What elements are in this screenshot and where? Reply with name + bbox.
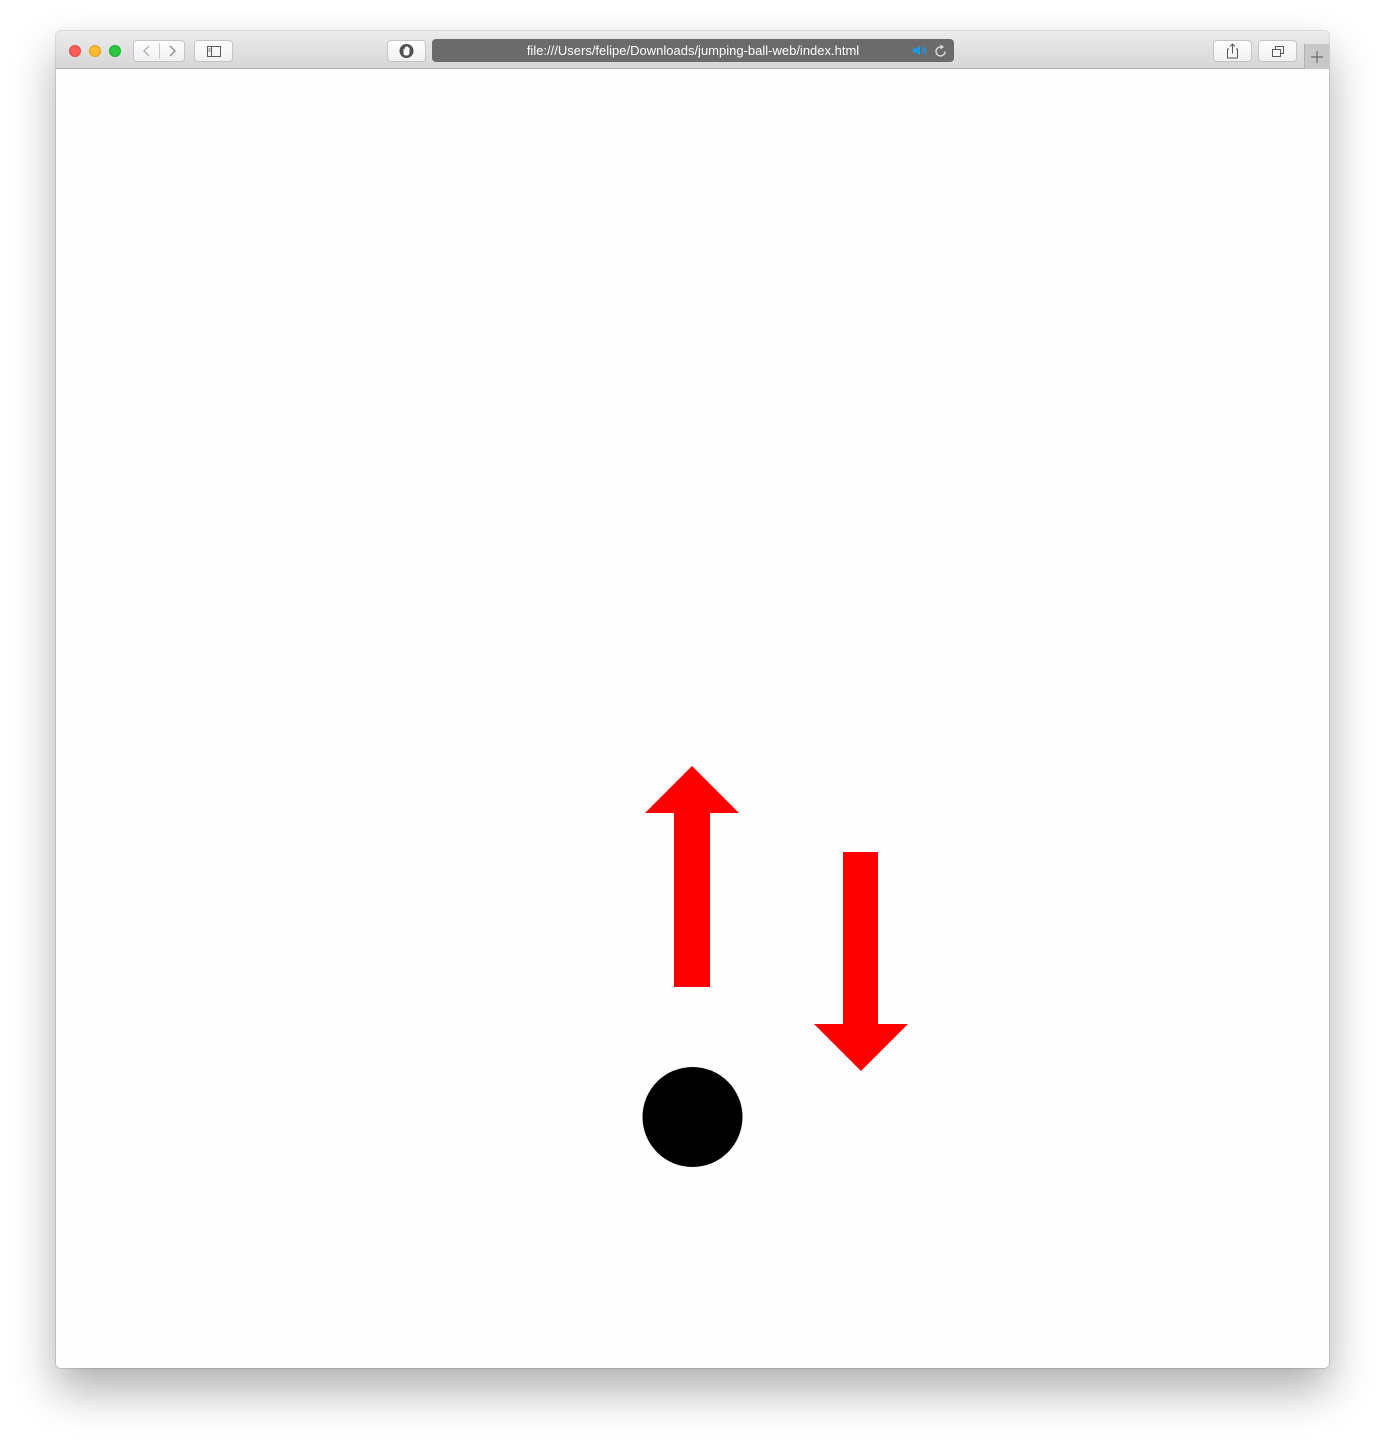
chevron-left-icon bbox=[143, 45, 150, 57]
up-arrow[interactable] bbox=[645, 766, 739, 987]
maximize-window-button[interactable] bbox=[109, 45, 121, 57]
back-button[interactable] bbox=[134, 41, 159, 61]
reload-icon[interactable] bbox=[934, 43, 948, 58]
down-arrow[interactable] bbox=[814, 852, 908, 1071]
address-bar[interactable]: file:///Users/felipe/Downloads/jumping-b… bbox=[432, 39, 954, 62]
show-all-tabs-button[interactable] bbox=[1258, 40, 1297, 62]
tab-overview-icon bbox=[1272, 46, 1284, 57]
browser-window: file:///Users/felipe/Downloads/jumping-b… bbox=[56, 31, 1329, 1368]
browser-toolbar: file:///Users/felipe/Downloads/jumping-b… bbox=[56, 31, 1329, 69]
forward-button[interactable] bbox=[160, 41, 185, 61]
minimize-window-button[interactable] bbox=[89, 45, 101, 57]
speaker-playing-icon[interactable] bbox=[912, 44, 930, 57]
page-content bbox=[56, 69, 1329, 1368]
new-tab-button[interactable] bbox=[1304, 44, 1329, 69]
sidebar-icon bbox=[207, 46, 221, 57]
chevron-right-icon bbox=[169, 45, 176, 57]
sidebar-button[interactable] bbox=[194, 40, 233, 62]
privacy-button[interactable] bbox=[387, 40, 426, 62]
share-button[interactable] bbox=[1213, 40, 1252, 62]
url-text: file:///Users/felipe/Downloads/jumping-b… bbox=[526, 43, 860, 58]
privacy-shield-icon bbox=[399, 44, 414, 58]
navigation-buttons bbox=[133, 40, 185, 62]
share-icon bbox=[1227, 43, 1238, 59]
plus-icon bbox=[1311, 51, 1323, 63]
game-stage bbox=[642, 766, 908, 1167]
close-window-button[interactable] bbox=[69, 45, 81, 57]
ball bbox=[642, 1067, 743, 1167]
